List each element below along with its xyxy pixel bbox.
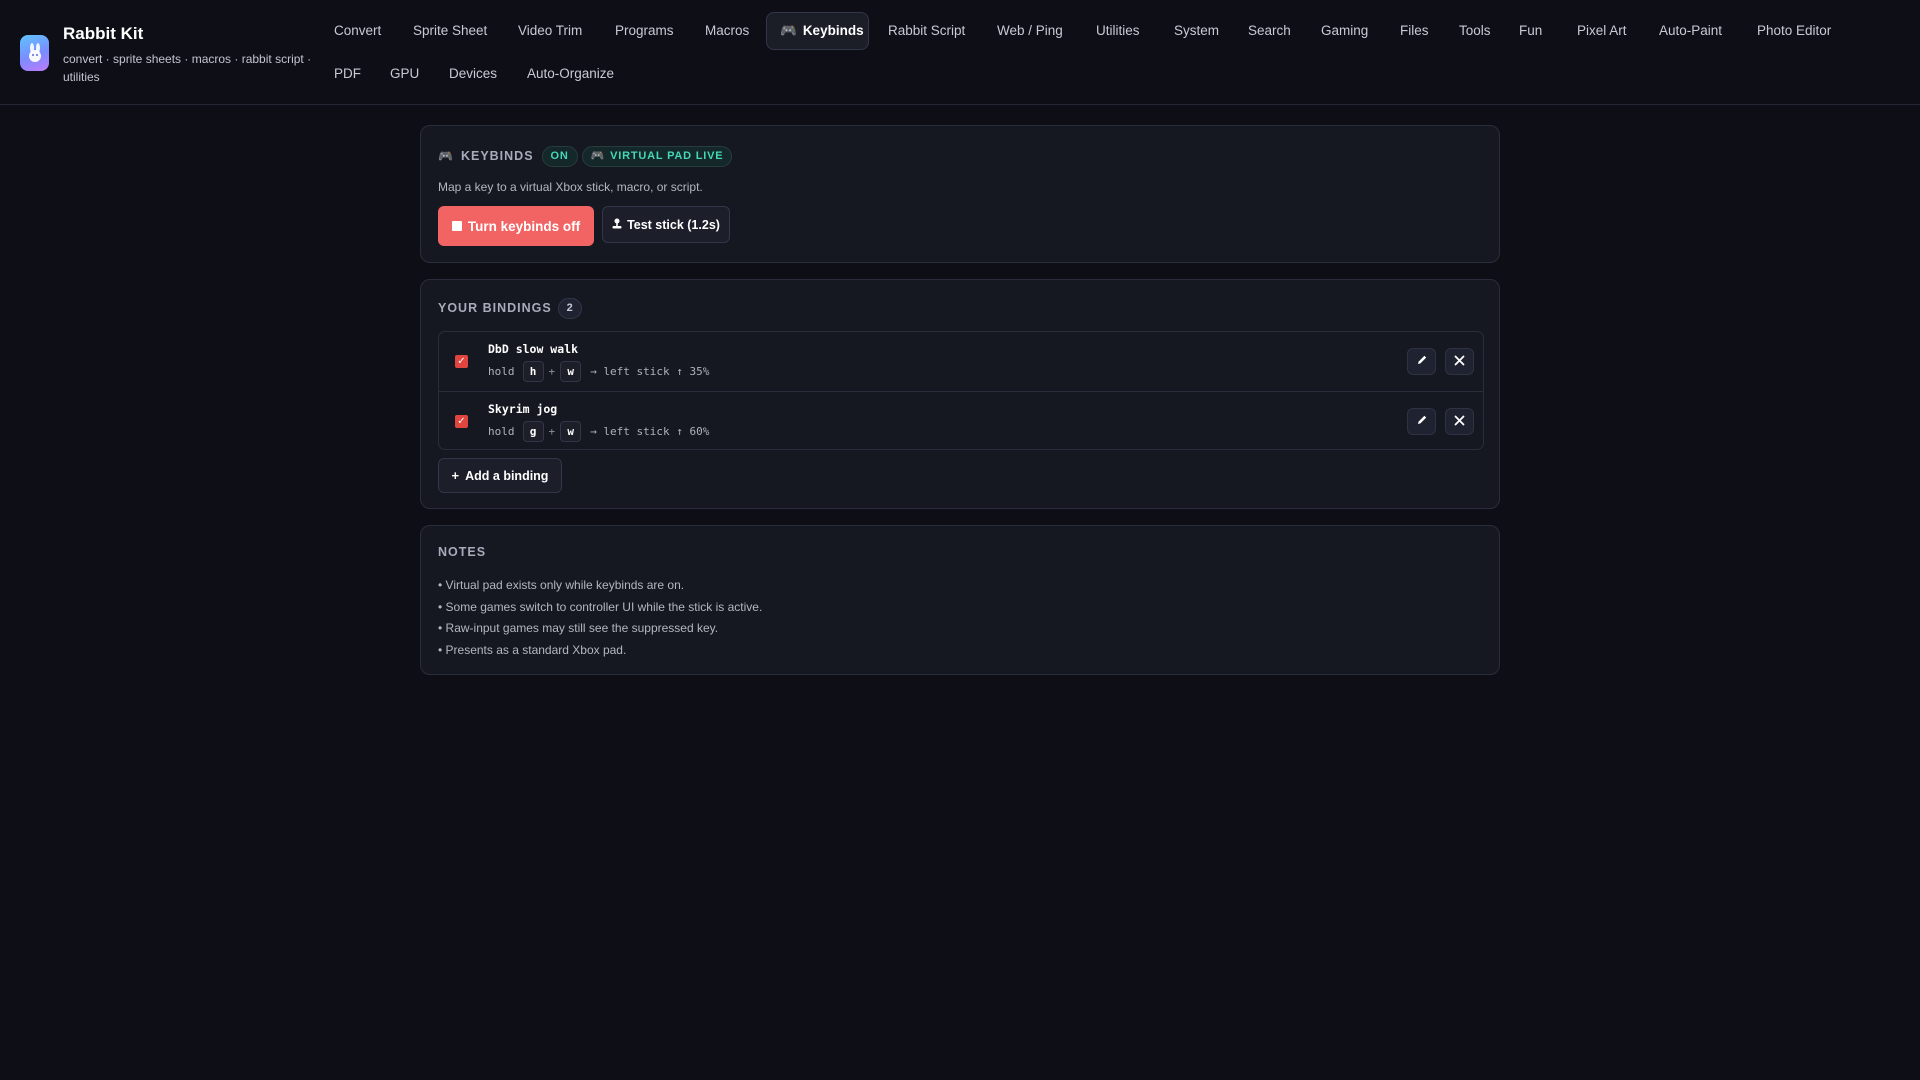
binding-enabled-checkbox[interactable]: ✓ [455, 415, 468, 428]
plus-sign: + [548, 364, 556, 378]
binding-name: DbD slow walk [488, 342, 579, 356]
key-cap: h [522, 360, 544, 382]
nav-devices[interactable]: Devices [436, 55, 510, 93]
add-binding-button[interactable]: + Add a binding [438, 458, 562, 493]
notes-panel: NOTES • Virtual pad exists only while ke… [420, 525, 1500, 675]
binding-name: Skyrim jog [488, 402, 558, 416]
turn-off-label: Turn keybinds off [467, 218, 581, 234]
binding-hold-label: hold [488, 424, 515, 438]
nav-auto-organize[interactable]: Auto-Organize [514, 55, 627, 93]
notes-title: NOTES [438, 545, 487, 559]
nav-pixel-art[interactable]: Pixel Art [1564, 12, 1640, 50]
bindings-list: ✓ DbD slow walk hold h + w → left stick … [438, 331, 1484, 450]
nav-pdf[interactable]: PDF [321, 55, 374, 93]
test-stick-button[interactable]: Test stick (1.2s) [602, 206, 730, 243]
nav-rabbit-script[interactable]: Rabbit Script [875, 12, 978, 50]
bindings-count-badge: 2 [557, 297, 582, 319]
nav-auto-paint[interactable]: Auto-Paint [1646, 12, 1735, 50]
binding-combo: hold h + w → left stick ↑ 35% [488, 360, 709, 382]
status-badge: ON [541, 145, 578, 167]
gamepad-icon: 🎮 [780, 23, 797, 38]
nav-keybinds[interactable]: 🎮 Keybinds [766, 12, 869, 50]
nav-convert[interactable]: Convert [321, 12, 394, 50]
nav-programs[interactable]: Programs [602, 12, 687, 50]
note-item: • Raw-input games may still see the supp… [438, 621, 719, 636]
nav-search[interactable]: Search [1235, 12, 1304, 50]
gamepad-icon: 🎮 [438, 149, 453, 163]
plus-sign: + [548, 424, 556, 438]
nav-tools[interactable]: Tools [1446, 12, 1504, 50]
nav-video-trim[interactable]: Video Trim [505, 12, 595, 50]
virtual-pad-badge: 🎮 VIRTUAL PAD LIVE [581, 145, 733, 167]
joystick-icon [612, 218, 622, 232]
stop-icon [451, 221, 462, 231]
bindings-panel: YOUR BINDINGS 2 ✓ DbD slow walk hold h +… [420, 279, 1500, 509]
app-title: Rabbit Kit [63, 24, 144, 43]
add-binding-label: Add a binding [465, 468, 549, 483]
app-subtitle: convert · sprite sheets · macros · rabbi… [63, 52, 312, 84]
nav-gpu[interactable]: GPU [377, 55, 432, 93]
keybinds-description: Map a key to a virtual Xbox stick, macro… [438, 180, 703, 194]
nav-system[interactable]: System [1161, 12, 1232, 50]
pencil-icon [1416, 413, 1428, 431]
close-icon [1454, 353, 1465, 371]
edit-binding-button[interactable] [1407, 348, 1436, 375]
key-cap: g [522, 420, 544, 442]
keybinds-title: KEYBINDS [460, 149, 534, 163]
nav-keybinds-label: Keybinds [802, 23, 864, 38]
plus-icon: + [451, 468, 460, 483]
delete-binding-button[interactable] [1445, 408, 1474, 435]
binding-row: ✓ Skyrim jog hold g + w → left stick ↑ 6… [439, 391, 1483, 449]
edit-binding-button[interactable] [1407, 408, 1436, 435]
notes-list: • Virtual pad exists only while keybinds… [438, 575, 762, 662]
note-item: • Virtual pad exists only while keybinds… [438, 578, 685, 592]
nav-files[interactable]: Files [1387, 12, 1442, 50]
binding-action: → left stick ↑ 35% [590, 364, 710, 378]
note-item: • Some games switch to controller UI whi… [438, 599, 763, 614]
nav-photo-editor[interactable]: Photo Editor [1744, 12, 1844, 50]
bindings-header: YOUR BINDINGS 2 [438, 297, 582, 319]
test-stick-label: Test stick (1.2s) [627, 217, 720, 232]
nav-gaming[interactable]: Gaming [1308, 12, 1381, 50]
key-cap: w [560, 360, 582, 382]
nav-web-ping[interactable]: Web / Ping [984, 12, 1076, 50]
top-header: Rabbit Kit convert · sprite sheets · mac… [0, 0, 1920, 105]
virtual-pad-status: VIRTUAL PAD LIVE [610, 149, 724, 162]
binding-row: ✓ DbD slow walk hold h + w → left stick … [439, 332, 1483, 391]
gamepad-icon: 🎮 [590, 149, 606, 162]
binding-combo: hold g + w → left stick ↑ 60% [488, 420, 709, 442]
turn-keybinds-off-button[interactable]: Turn keybinds off [438, 206, 594, 246]
keybinds-panel: 🎮 KEYBINDS ON 🎮 VIRTUAL PAD LIVE Map a ke… [420, 125, 1500, 263]
nav-utilities[interactable]: Utilities [1083, 12, 1153, 50]
keybinds-header: 🎮 KEYBINDS ON 🎮 VIRTUAL PAD LIVE [438, 145, 733, 167]
nav-sprite-sheet[interactable]: Sprite Sheet [400, 12, 500, 50]
nav-fun[interactable]: Fun [1506, 12, 1555, 50]
rabbit-logo-icon [20, 35, 49, 71]
nav-macros[interactable]: Macros [692, 12, 762, 50]
binding-enabled-checkbox[interactable]: ✓ [455, 355, 468, 368]
pencil-icon [1416, 353, 1428, 371]
close-icon [1454, 413, 1465, 431]
binding-action: → left stick ↑ 60% [590, 424, 710, 438]
key-cap: w [560, 420, 582, 442]
binding-hold-label: hold [488, 364, 515, 378]
bindings-title: YOUR BINDINGS [438, 301, 552, 315]
delete-binding-button[interactable] [1445, 348, 1474, 375]
note-item: • Presents as a standard Xbox pad. [438, 643, 627, 658]
